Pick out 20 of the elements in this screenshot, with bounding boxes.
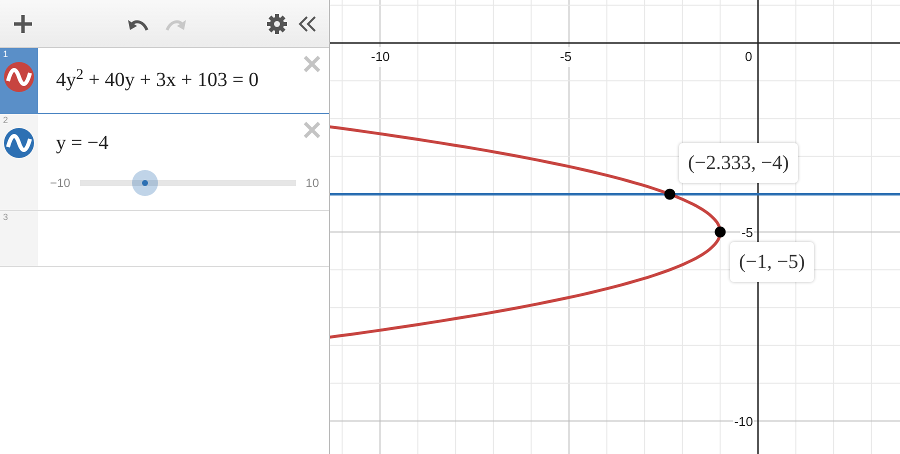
- vertex-point[interactable]: [714, 226, 726, 238]
- wave-icon[interactable]: [4, 62, 34, 92]
- slider-thumb[interactable]: [132, 170, 158, 196]
- line-number: 2: [3, 114, 8, 127]
- intersection-point[interactable]: [664, 188, 676, 200]
- point-label: (−2.333, −4): [679, 143, 798, 183]
- collapse-icon[interactable]: [297, 14, 317, 34]
- line-number: 3: [3, 211, 8, 224]
- point-label: (−1, −5): [730, 242, 814, 282]
- settings-icon[interactable]: [267, 14, 287, 34]
- slider-max: 10: [306, 175, 319, 192]
- line-number: 1: [3, 48, 8, 61]
- wave-icon[interactable]: [4, 128, 34, 158]
- add-icon[interactable]: [12, 12, 34, 34]
- expression-field[interactable]: 4y$^{2}$ + 40y + 3x + 103 = 0: [38, 48, 259, 113]
- slider-min: −10: [50, 175, 70, 192]
- axis-tick-label: -5: [559, 47, 573, 66]
- axis-tick-label: -10: [370, 47, 391, 66]
- expression-field[interactable]: y = −4: [38, 114, 109, 158]
- graph-canvas[interactable]: -10 -5 0 -5 -10 (−2.333, −4) (−1, −5): [330, 0, 900, 454]
